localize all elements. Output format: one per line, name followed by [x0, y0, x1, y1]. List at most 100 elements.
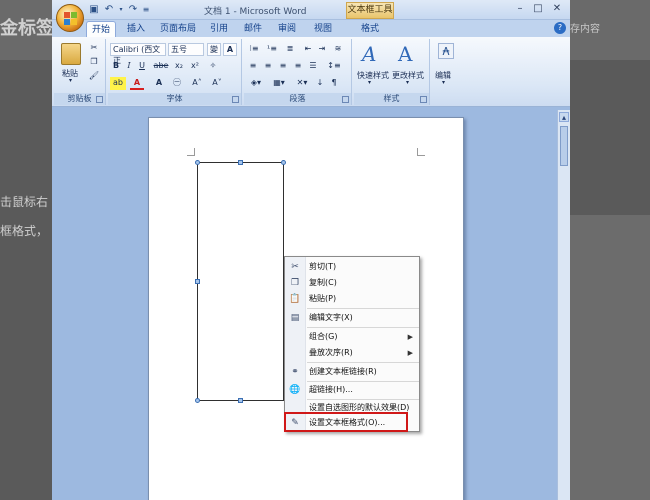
find-icon[interactable]: ₳ [438, 43, 454, 59]
subscript-icon[interactable]: x₂ [172, 60, 186, 73]
enclosed-char-icon[interactable]: ㊀ [170, 77, 184, 90]
font-color-icon[interactable]: A [130, 77, 144, 90]
scrollbar-thumb[interactable] [560, 126, 568, 166]
clipboard-launcher-icon[interactable] [96, 96, 103, 103]
align-center-icon[interactable]: ≡ [261, 60, 275, 73]
resize-handle[interactable] [195, 398, 200, 403]
change-styles-icon[interactable]: A [398, 42, 412, 66]
menu-item-paste[interactable]: 📋 粘贴(P) [285, 291, 419, 307]
resize-handle[interactable] [195, 279, 200, 284]
justify-icon[interactable]: ≡ [291, 60, 305, 73]
menu-item-hyperlink[interactable]: 🌐 超链接(H)... [285, 382, 419, 398]
strikethrough-icon[interactable]: abe [152, 60, 170, 73]
clipboard-group: 粘贴 ▾ ✂ ❐ 🖌 剪贴板 [54, 39, 106, 105]
menu-item-create-link[interactable]: ⚭ 创建文本框链接(R) [285, 364, 419, 380]
align-right-icon[interactable]: ≡ [276, 60, 290, 73]
ribbon-tabs: 开始 插入 页面布局 引用 邮件 审阅 视图 格式 [52, 20, 570, 37]
help-icon[interactable]: ? [554, 22, 566, 34]
char-shading-icon[interactable]: A [152, 77, 166, 90]
resize-handle[interactable] [281, 160, 286, 165]
customize-icon[interactable]: ≡ [142, 4, 150, 16]
dropdown-arrow-icon[interactable]: ▾ [69, 77, 72, 84]
paste-icon: 📋 [289, 294, 301, 304]
show-marks-icon[interactable]: ¶ [328, 77, 340, 90]
bullets-icon[interactable]: ⁝≡ [246, 43, 262, 56]
font-group: Calibri (西文正 五号 變 A B I U abe x₂ x² ✧ ab… [108, 39, 242, 105]
cut-icon[interactable]: ✂ [88, 42, 100, 55]
minimize-button[interactable]: – [512, 2, 528, 16]
clear-format-icon[interactable]: ✧ [206, 60, 220, 73]
dropdown-arrow-icon[interactable]: ▾ [406, 79, 409, 86]
resize-handle[interactable] [195, 160, 200, 165]
borders-icon[interactable]: ▦▾ [270, 77, 288, 90]
maximize-button[interactable]: □ [530, 2, 546, 16]
bold-icon[interactable]: B [110, 60, 122, 73]
phonetic-guide-icon[interactable]: 變 [207, 43, 221, 56]
format-painter-icon[interactable]: 🖌 [88, 70, 100, 83]
quick-styles-icon[interactable]: A [362, 42, 376, 66]
shading-icon[interactable]: ◈▾ [246, 77, 266, 90]
quick-styles-label[interactable]: 快速样式 [357, 70, 389, 81]
margin-corner-mark [417, 148, 425, 156]
distributed-icon[interactable]: ☰ [306, 60, 320, 73]
tab-view[interactable]: 视图 [308, 21, 338, 37]
tab-mailings[interactable]: 邮件 [238, 21, 268, 37]
line-spacing-icon[interactable]: ↕≡ [324, 60, 344, 73]
multilevel-list-icon[interactable]: ≣ [282, 43, 298, 56]
chinese-layout-icon[interactable]: ≋ [330, 43, 346, 56]
char-border-icon[interactable]: A [223, 43, 237, 56]
menu-item-cut[interactable]: ✂ 剪切(T) [285, 259, 419, 275]
vertical-scrollbar[interactable]: ▴ [557, 110, 570, 500]
paste-icon[interactable] [61, 43, 81, 65]
underline-icon[interactable]: U [136, 60, 148, 73]
context-tool-tab: 文本框工具 [346, 2, 394, 19]
increase-indent-icon[interactable]: ⇥ [316, 43, 328, 56]
decrease-indent-icon[interactable]: ⇤ [302, 43, 314, 56]
scroll-up-icon[interactable]: ▴ [559, 112, 569, 122]
menu-item-group[interactable]: 组合(G) ▶ [285, 329, 419, 345]
save-icon[interactable]: ▣ [88, 4, 100, 16]
numbering-icon[interactable]: ¹≡ [264, 43, 280, 56]
dropdown-arrow-icon[interactable]: ▾ [118, 4, 124, 16]
tab-home[interactable]: 开始 [86, 21, 116, 37]
tab-review[interactable]: 审阅 [272, 21, 302, 37]
copy-icon: ❐ [290, 278, 300, 288]
menu-item-order[interactable]: 叠放次序(R) ▶ [285, 345, 419, 361]
font-name-select[interactable]: Calibri (西文正 [110, 43, 166, 65]
text-box[interactable] [197, 162, 284, 401]
copy-icon[interactable]: ❐ [88, 56, 100, 69]
tab-references[interactable]: 引用 [204, 21, 234, 37]
resize-handle[interactable] [238, 160, 243, 165]
redo-icon[interactable]: ↷ [127, 4, 139, 16]
background-title: 金标签 [0, 18, 54, 39]
tab-format[interactable]: 格式 [352, 21, 388, 37]
highlight-icon[interactable]: ab [110, 77, 126, 90]
asian-layout-icon[interactable]: ✕▾ [292, 77, 312, 90]
office-button[interactable] [56, 4, 84, 32]
font-group-label: 字体 [108, 93, 241, 105]
menu-item-edit-text[interactable]: ▤ 编辑文字(X) [285, 310, 419, 326]
undo-icon[interactable]: ↶ [103, 4, 115, 16]
align-left-icon[interactable]: ≡ [246, 60, 260, 73]
shrink-font-icon[interactable]: A˅ [208, 77, 226, 90]
italic-icon[interactable]: I [123, 60, 135, 73]
background-right-text: 存内容 [570, 24, 600, 35]
styles-group: A A 快速样式 更改样式 ▾ ▾ 样式 [354, 39, 430, 105]
close-button[interactable]: ✕ [549, 2, 565, 16]
tab-page-layout[interactable]: 页面布局 [156, 21, 200, 37]
styles-launcher-icon[interactable] [420, 96, 427, 103]
tab-insert[interactable]: 插入 [120, 21, 152, 37]
dropdown-arrow-icon[interactable]: ▾ [368, 79, 371, 86]
margin-corner-mark [187, 148, 195, 156]
paragraph-launcher-icon[interactable] [342, 96, 349, 103]
dropdown-arrow-icon[interactable]: ▾ [442, 79, 445, 86]
editing-group: ₳ 编辑 ▾ [432, 39, 460, 105]
resize-handle[interactable] [238, 398, 243, 403]
font-size-select[interactable]: 五号 [168, 43, 204, 56]
menu-item-copy[interactable]: ❐ 复制(C) [285, 275, 419, 291]
font-launcher-icon[interactable] [232, 96, 239, 103]
sort-icon[interactable]: ↓ [314, 77, 326, 90]
grow-font-icon[interactable]: A˄ [188, 77, 206, 90]
superscript-icon[interactable]: x² [188, 60, 202, 73]
paragraph-group-label: 段落 [244, 93, 351, 105]
